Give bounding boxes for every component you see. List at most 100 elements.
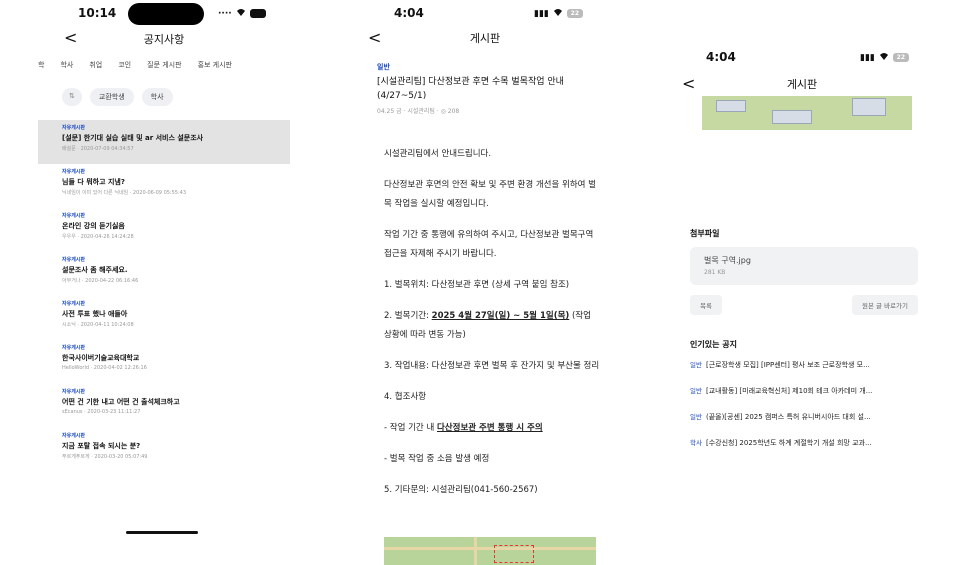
body-paragraph: - 벌목 작업 중 소음 발생 예정 — [384, 454, 490, 464]
list-item[interactable]: 자유게시판 [설문] 한기대 실습 실태 및 ar 서비스 설문조사배설문 · 2… — [38, 120, 290, 164]
post-title: 설문조사 좀 해주세요. — [62, 266, 128, 274]
nav-bar: < 게시판 — [672, 70, 932, 94]
status-bar: 4:04 ▮▮▮ 22 — [672, 44, 932, 68]
status-bar: 4:04 ▮▮▮ 22 — [360, 0, 610, 24]
popular-title: [수강신청] 2025학년도 하계 계절학기 개설 희망 교과... — [705, 439, 872, 447]
status-icons: ▮▮▮ 22 — [860, 52, 909, 63]
body-paragraph: 5. 기타문의: 시설관리팀(041-560-2567) — [384, 485, 538, 495]
sort-icon[interactable]: ⇅ — [62, 88, 82, 106]
post-meta: 배설문 · 2020-07-09 04:34:57 — [62, 146, 134, 152]
chip-exchange[interactable]: 교환학생 — [89, 88, 134, 106]
post-title: 온라인 강의 듣기싫음 — [62, 222, 125, 230]
post-title: 지금 포탈 접속 되시는 분? — [62, 442, 141, 450]
attachments-heading: 첨부파일 — [690, 229, 720, 238]
nav-bar: < 공지사항 — [38, 28, 290, 52]
chip-academic[interactable]: 학사 — [141, 88, 173, 106]
status-time: 4:04 — [394, 6, 424, 20]
post-list: 자유게시판 [설문] 한기대 실습 실태 및 ar 서비스 설문조사배설문 · 2… — [38, 120, 290, 472]
tab-jobs[interactable]: 취업 — [81, 60, 110, 70]
tab-promotion[interactable]: 홍보 게시판 — [190, 60, 240, 70]
post-title: 한국사이버기술교육대학교 — [62, 354, 140, 362]
popular-title: [근로장학생 모집] [IPP센터] 평사 보조 근로장학생 모... — [705, 361, 870, 369]
para-text: 2. 벌목기간: — [384, 311, 432, 321]
attachment-file[interactable]: 벌목 구역.jpg 281 KB — [690, 247, 918, 285]
post-meta: 푸르게푸르게 · 2020-03-20 05:07:49 — [62, 454, 148, 460]
popular-tag: 일반 — [690, 387, 702, 395]
battery-icon: 22 — [892, 53, 909, 62]
post-category: 자유게시판 — [62, 433, 86, 439]
para-emphasis: 다산정보관 주변 통행 시 주의 — [436, 423, 543, 433]
post-meta: 닉네임이 이미 있어 다른 닉네임 · 2020-06-09 05:55:43 — [62, 190, 187, 196]
tab-academic-partial[interactable]: 학 — [38, 60, 52, 70]
wifi-icon — [879, 52, 889, 63]
wifi-icon — [553, 8, 563, 19]
popular-title: [교내활동] [미래교육혁신처] 제10회 테크 아카데미 개... — [705, 387, 873, 395]
body-paragraph: 2. 벌목기간: 2025 4월 27일(일) ~ 5월 1일(목) (작업 상… — [384, 307, 600, 345]
post-meta: 아무거나 · 2020-04-22 06:16:46 — [62, 278, 139, 284]
post-category: 자유게시판 — [62, 213, 86, 219]
body-paragraph: 1. 벌목위치: 다산정보관 후면 (상세 구역 붙임 참조) — [384, 280, 570, 290]
post-title: [시설관리팀] 다산정보관 후면 수목 벌목작업 안내 (4/27~5/1) — [377, 77, 564, 101]
list-item[interactable]: 자유게시판설문조사 좀 해주세요. 아무거나 · 2020-04-22 06:16… — [38, 252, 290, 296]
notices-screen: 10:14 ···· < 공지사항 학 학사 취업 코인 질문 게시판 홍보 게… — [38, 0, 290, 565]
popular-item[interactable]: 일반 [근로장학생 모집] [IPP센터] 평사 보조 근로장학생 모... — [690, 352, 918, 378]
status-icons: ···· — [218, 8, 266, 19]
list-item[interactable]: 자유게시판지금 포탈 접속 되시는 분? 푸르게푸르게 · 2020-03-20 … — [38, 428, 290, 472]
post-category: 자유게시판 — [62, 125, 86, 131]
post-category: 일반 — [377, 63, 390, 71]
filter-chips: ⇅ 교환학생 학사 — [62, 88, 290, 106]
post-title: 사전 투표 했나 애들아 — [62, 310, 128, 318]
post-image — [702, 96, 912, 130]
popular-item[interactable]: 학사 [수강신청] 2025학년도 하계 계절학기 개설 희망 교과... — [690, 430, 918, 456]
popular-item[interactable]: 일반 (끝올)[공센] 2025 캠퍼스 특허 유니버시아드 대회 설... — [690, 404, 918, 430]
page-title: 게시판 — [469, 32, 501, 45]
body-paragraph: 작업 기간 중 통행에 유의하여 주시고, 다산정보관 벌목구역 접근을 자제해… — [384, 230, 594, 259]
body-paragraph: - 작업 기간 내 다산정보관 주변 통행 시 주의 — [384, 419, 600, 438]
popular-tag: 학사 — [690, 439, 702, 447]
post-title: [설문] 한기대 실습 실태 및 ar 서비스 설문조사 — [62, 134, 204, 142]
category-tabs: 학 학사 취업 코인 질문 게시판 홍보 게시판 — [38, 60, 290, 70]
post-category: 자유게시판 — [62, 345, 86, 351]
signal-icon: ···· — [218, 8, 232, 19]
status-time: 4:04 — [706, 50, 736, 64]
nav-bar: < 게시판 — [360, 28, 610, 54]
wifi-icon — [236, 8, 246, 19]
list-item[interactable]: 자유게시판 한국사이버기술교육대학교 HelloWorld · 2020-04-02… — [38, 340, 290, 384]
post-body: 시설관리팀에서 안내드립니다. 다산정보관 후면의 안전 확보 및 주변 환경 개… — [377, 145, 600, 500]
list-item[interactable]: 자유게시판사전 투표 했나 애들아시소닉 · 2020-04-11 10:24:… — [38, 296, 290, 340]
post-category: 자유게시판 — [62, 389, 86, 395]
post-title: 어떤 건 기한 내고 어떤 건 출석체크하고 — [62, 398, 180, 406]
list-button[interactable]: 목록 — [690, 295, 722, 315]
list-item[interactable]: 자유게시판 온라인 강의 듣기싫음 우우우 · 2020-04-26 14:24:2… — [38, 208, 290, 252]
post-category: 자유게시판 — [62, 301, 86, 307]
post-actions: 목록 원본 글 바로가기 — [690, 295, 918, 315]
popular-title: (끝올)[공센] 2025 캠퍼스 특허 유니버시아드 대회 설... — [705, 413, 871, 421]
post-category: 자유게시판 — [62, 169, 86, 175]
list-item[interactable]: 자유게시판님들 다 뭐하고 지냄? 닉네임이 이미 있어 다른 닉네임 · 202… — [38, 164, 290, 208]
status-bar: 10:14 ···· — [38, 0, 290, 25]
status-time: 10:14 — [78, 6, 117, 20]
post-meta: 04.25 금 · 시설관리팀 · ◎ 208 — [377, 108, 460, 115]
popular-tag: 일반 — [690, 413, 702, 421]
post-title: 님들 다 뭐하고 지냄? — [62, 178, 125, 186]
post-attachments-screen: 4:04 ▮▮▮ 22 < 게시판 첨부파일 벌목 구역.jpg 281 KB … — [672, 0, 932, 565]
file-name: 벌목 구역.jpg — [704, 256, 751, 265]
original-post-button[interactable]: 원본 글 바로가기 — [852, 295, 918, 315]
tab-questions[interactable]: 질문 게시판 — [139, 60, 189, 70]
signal-icon: ▮▮▮ — [860, 52, 875, 63]
popular-tag: 일반 — [690, 361, 702, 369]
signal-icon: ▮▮▮ — [534, 8, 549, 19]
post-meta: 시소닉 · 2020-04-11 10:24:08 — [62, 322, 134, 328]
popular-item[interactable]: 일반 [교내활동] [미래교육혁신처] 제10회 테크 아카데미 개... — [690, 378, 918, 404]
page-title: 공지사항 — [143, 33, 185, 46]
tab-academic[interactable]: 학사 — [52, 60, 81, 70]
tab-coin[interactable]: 코인 — [110, 60, 139, 70]
para-text: - 작업 기간 내 — [384, 423, 437, 433]
body-paragraph: 4. 협조사항 — [384, 392, 427, 402]
para-emphasis: 2025 4월 27일(일) ~ 5월 1일(목) — [431, 311, 570, 321]
file-size: 281 KB — [704, 269, 726, 276]
popular-heading: 인기있는 공지 — [690, 340, 737, 349]
home-indicator — [126, 531, 198, 534]
post-category: 자유게시판 — [62, 257, 86, 263]
list-item[interactable]: 자유게시판 어떤 건 기한 내고 어떤 건 출석체크하고 sEcanus · 202… — [38, 384, 290, 428]
